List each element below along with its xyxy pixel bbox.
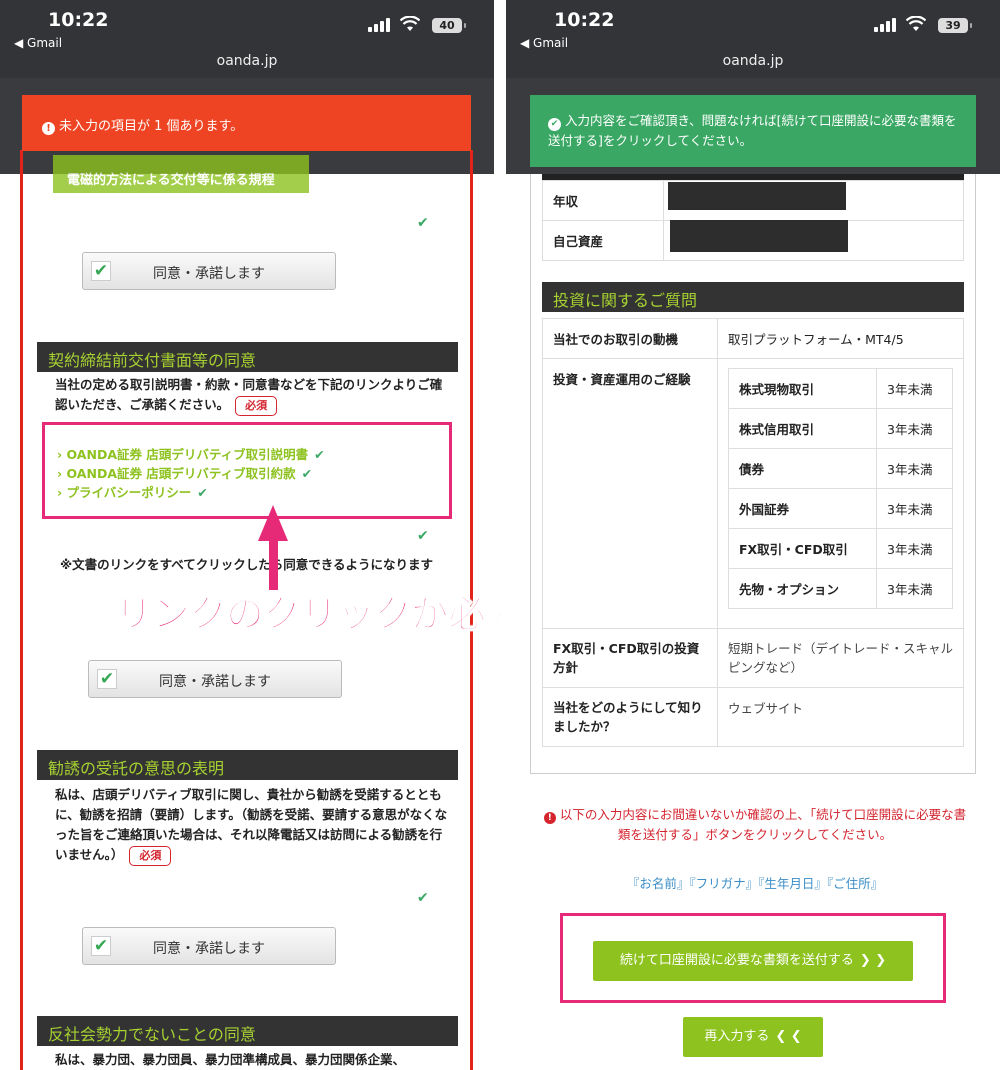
document-links-highlight: › OANDA証券 店頭デリバティブ取引説明書 ✔ › OANDA証券 店頭デリバ… (42, 422, 452, 519)
agree-label: 同意・承諾します (153, 266, 265, 282)
back-to-gmail-link[interactable]: ◀ Gmail (520, 36, 568, 50)
alert-text: 入力内容をご確認頂き、問題なければ[続けて口座開設に必要な書類を送付する]をクリ… (548, 113, 957, 148)
row-label: 当社をどのようにして知りましたか？ (542, 687, 718, 747)
exclamation-icon: ! (543, 812, 556, 824)
table-row: 株式信用取引 3年未満 (728, 408, 953, 449)
annotation-arrow-icon (258, 505, 288, 541)
anti-social-text: 私は、暴力団、暴力団員、暴力団準構成員、暴力団関係企業、 (55, 1052, 406, 1067)
status-bar: 10:22 ◀ Gmail 40 oanda.jp (0, 0, 494, 78)
agree-label: 同意・承諾します (153, 941, 265, 957)
table-row: 当社でのお取引の動機 取引プラットフォーム・MT4/5 (542, 318, 964, 359)
address-bar[interactable]: oanda.jp (0, 53, 494, 69)
table-row: 債券 3年未満 (728, 448, 953, 489)
agree-button-3[interactable]: ✔ 同意・承諾します (82, 927, 336, 965)
wifi-icon (906, 16, 926, 31)
checkmark-icon: ✔ (301, 466, 313, 481)
row-value: ウェブサイト (717, 687, 964, 747)
checkmark-icon: ✔ (417, 890, 429, 906)
required-badge: 必須 (235, 396, 278, 416)
section-pre-contract-title: 契約締結前交付書面等の同意 (37, 342, 458, 372)
row-value: 短期トレード（デイトレード・スキャルピングなど） (717, 628, 964, 688)
double-chevron-right-icon: ❯ ❯ (859, 953, 887, 968)
address-bar[interactable]: oanda.jp (506, 53, 1000, 69)
battery-icon: 39 (938, 18, 972, 33)
link-privacy-policy[interactable]: › プライバシーポリシー ✔ (57, 483, 449, 502)
required-badge: 必須 (129, 846, 172, 866)
checkmark-icon: ✔ (197, 485, 208, 500)
table-row: FX取引・CFD取引 3年未満 (728, 528, 953, 569)
reenter-button[interactable]: 再入力する ❮ ❮ (683, 1017, 823, 1057)
checkbox-checked-icon: ✔ (97, 669, 117, 689)
link-trading-agreement[interactable]: › OANDA証券 店頭デリバティブ取引約款 ✔ (57, 464, 449, 483)
row-label: 投資・資産運用のご経験 (542, 358, 718, 629)
agree-button-1[interactable]: ✔ 同意・承諾します (82, 252, 336, 290)
double-chevron-left-icon: ❮ ❮ (775, 1029, 802, 1044)
section-solicitation-title: 勧誘の受託の意思の表明 (37, 750, 458, 780)
cellular-signal-icon (368, 18, 390, 32)
row-label: 当社でのお取引の動機 (542, 318, 718, 359)
agree-button-2[interactable]: ✔ 同意・承諾します (88, 660, 342, 698)
divider (494, 0, 506, 1070)
investment-questions-title: 投資に関するご質問 (542, 282, 964, 312)
checkbox-checked-icon: ✔ (91, 936, 111, 956)
status-bar: 10:22 ◀ Gmail 39 oanda.jp (506, 0, 1000, 78)
table-row: 先物・オプション 3年未満 (728, 568, 953, 609)
table-row: 投資・資産運用のご経験 株式現物取引 3年未満 株式信用取引 3年未満 債券 3年未満… (542, 358, 964, 629)
confirmation-error-text: ! 以下の入力内容にお間違いないか確認の上、「続けて口座開設に必要な書類を送付する… (540, 805, 970, 845)
electronic-delivery-rules-button[interactable]: 電磁的方法による交付等に係る規程 (53, 155, 309, 193)
confirm-alert: ✔ 入力内容をご確認頂き、問題なければ[続けて口座開設に必要な書類を送付する]をク… (530, 95, 976, 167)
clock: 10:22 (48, 9, 109, 31)
checkmark-icon: ✔ (417, 528, 429, 544)
missing-field-alert: ! 未入力の項目が 1 個あります。 (22, 95, 471, 151)
agree-label: 同意・承諾します (159, 674, 271, 690)
row-value: 取引プラットフォーム・MT4/5 (717, 318, 964, 359)
row-label: FX取引・CFD取引の投資方針 (542, 628, 718, 688)
field-links[interactable]: 『お名前』『フリガナ』『生年月日』『ご住所』 (540, 873, 970, 892)
experience-table: 株式現物取引 3年未満 株式信用取引 3年未満 債券 3年未満 外国証券 3年未満 FX… (728, 368, 953, 609)
check-circle-icon: ✔ (548, 118, 561, 131)
investment-table: 当社でのお取引の動機 取引プラットフォーム・MT4/5 投資・資産運用のご経験 … (542, 318, 964, 747)
submit-documents-button[interactable]: 続けて口座開設に必要な書類を送付する ❯ ❯ (593, 941, 913, 981)
checkbox-checked-icon: ✔ (91, 261, 111, 281)
annotation-text: リンクのクリックが必要 (114, 591, 524, 637)
solicitation-text: 私は、店頭デリバティブ取引に関し、貴社から勧誘を受諾するとともに、勧誘を招請（要… (55, 785, 450, 866)
link-click-note: ※文書のリンクをすべてクリックしたら同意できるようになります (60, 557, 434, 572)
redaction-block (670, 220, 848, 252)
section-anti-social-title: 反社会勢力でないことの同意 (37, 1016, 458, 1046)
table-row: 当社をどのようにして知りましたか？ ウェブサイト (542, 687, 964, 747)
wifi-icon (400, 16, 420, 31)
checkmark-icon: ✔ (314, 447, 325, 462)
back-to-gmail-link[interactable]: ◀ Gmail (14, 36, 62, 50)
row-label: 自己資産 (542, 220, 664, 261)
redaction-block (668, 182, 846, 210)
pre-contract-text: 当社の定める取引説明書・約款・同意書などを下記のリンクよりご確認いただき、ご承諾… (55, 375, 450, 416)
alert-text: 未入力の項目が 1 個あります。 (59, 119, 244, 134)
experience-cell: 株式現物取引 3年未満 株式信用取引 3年未満 債券 3年未満 外国証券 3年未満 FX… (717, 358, 964, 629)
row-label: 年収 (542, 180, 664, 221)
table-row: 外国証券 3年未満 (728, 488, 953, 529)
table-row: FX取引・CFD取引の投資方針 短期トレード（デイトレード・スキャルピングなど） (542, 628, 964, 688)
link-trading-manual[interactable]: › OANDA証券 店頭デリバティブ取引説明書 ✔ (57, 445, 449, 464)
table-row: 株式現物取引 3年未満 (728, 368, 953, 409)
cellular-signal-icon (874, 18, 896, 32)
exclamation-icon: ! (42, 122, 55, 135)
clock: 10:22 (554, 9, 615, 31)
checkmark-icon: ✔ (417, 215, 429, 231)
battery-icon: 40 (432, 18, 466, 33)
